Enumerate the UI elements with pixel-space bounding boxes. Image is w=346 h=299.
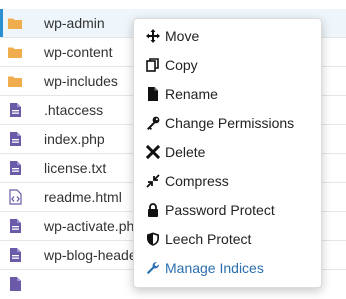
menu-item-change-permissions[interactable]: Change Permissions: [134, 109, 321, 138]
close-icon: [146, 145, 160, 159]
text-file-icon: [10, 132, 21, 146]
menu-item-password-protect[interactable]: Password Protect: [134, 196, 321, 225]
file-name: .htaccess: [44, 102, 104, 118]
menu-item-delete[interactable]: Delete: [134, 138, 321, 167]
menu-item-compress[interactable]: Compress: [134, 167, 321, 196]
menu-item-move[interactable]: Move: [134, 22, 321, 51]
file-name: wp-includes: [44, 73, 118, 89]
file-name: wp-admin: [44, 15, 105, 31]
menu-item-label: Rename: [165, 86, 218, 102]
move-icon: [146, 29, 160, 43]
text-file-icon: [10, 219, 21, 233]
context-menu: Move Copy Rename Change Permissions Dele…: [133, 18, 322, 288]
file-name: wp-content: [44, 44, 113, 60]
text-file-icon: [10, 161, 21, 175]
selection-indicator: [0, 9, 3, 37]
text-file-icon: [10, 248, 21, 262]
file-name: readme.html: [44, 189, 122, 205]
file-icon: [148, 87, 158, 101]
menu-item-label: Compress: [165, 173, 229, 189]
folder-icon: [8, 76, 22, 87]
file-name: index.php: [44, 131, 105, 147]
lock-icon: [148, 203, 158, 217]
wrench-icon: [147, 262, 159, 274]
folder-icon: [8, 18, 22, 29]
menu-item-label: Delete: [165, 144, 206, 160]
copy-icon: [146, 58, 159, 72]
compress-icon: [146, 174, 160, 188]
menu-item-copy[interactable]: Copy: [134, 51, 321, 80]
menu-item-label: Leech Protect: [165, 231, 252, 247]
text-file-icon: [10, 103, 21, 117]
menu-item-label: Copy: [165, 57, 198, 73]
menu-item-label: Move: [165, 28, 200, 44]
code-file-icon: [9, 189, 22, 205]
menu-item-label: Manage Indices: [165, 260, 264, 276]
file-name: license.txt: [44, 160, 107, 176]
key-icon: [147, 116, 160, 130]
folder-icon: [8, 47, 22, 58]
menu-item-label: Change Permissions: [165, 115, 295, 131]
file-name: wp-activate.php: [44, 218, 143, 234]
menu-item-label: Password Protect: [165, 202, 275, 218]
menu-item-leech-protect[interactable]: Leech Protect: [134, 225, 321, 254]
menu-item-rename[interactable]: Rename: [134, 80, 321, 109]
text-file-icon: [10, 277, 21, 291]
menu-item-manage-indices[interactable]: Manage Indices: [134, 254, 321, 283]
shield-icon: [147, 232, 159, 246]
